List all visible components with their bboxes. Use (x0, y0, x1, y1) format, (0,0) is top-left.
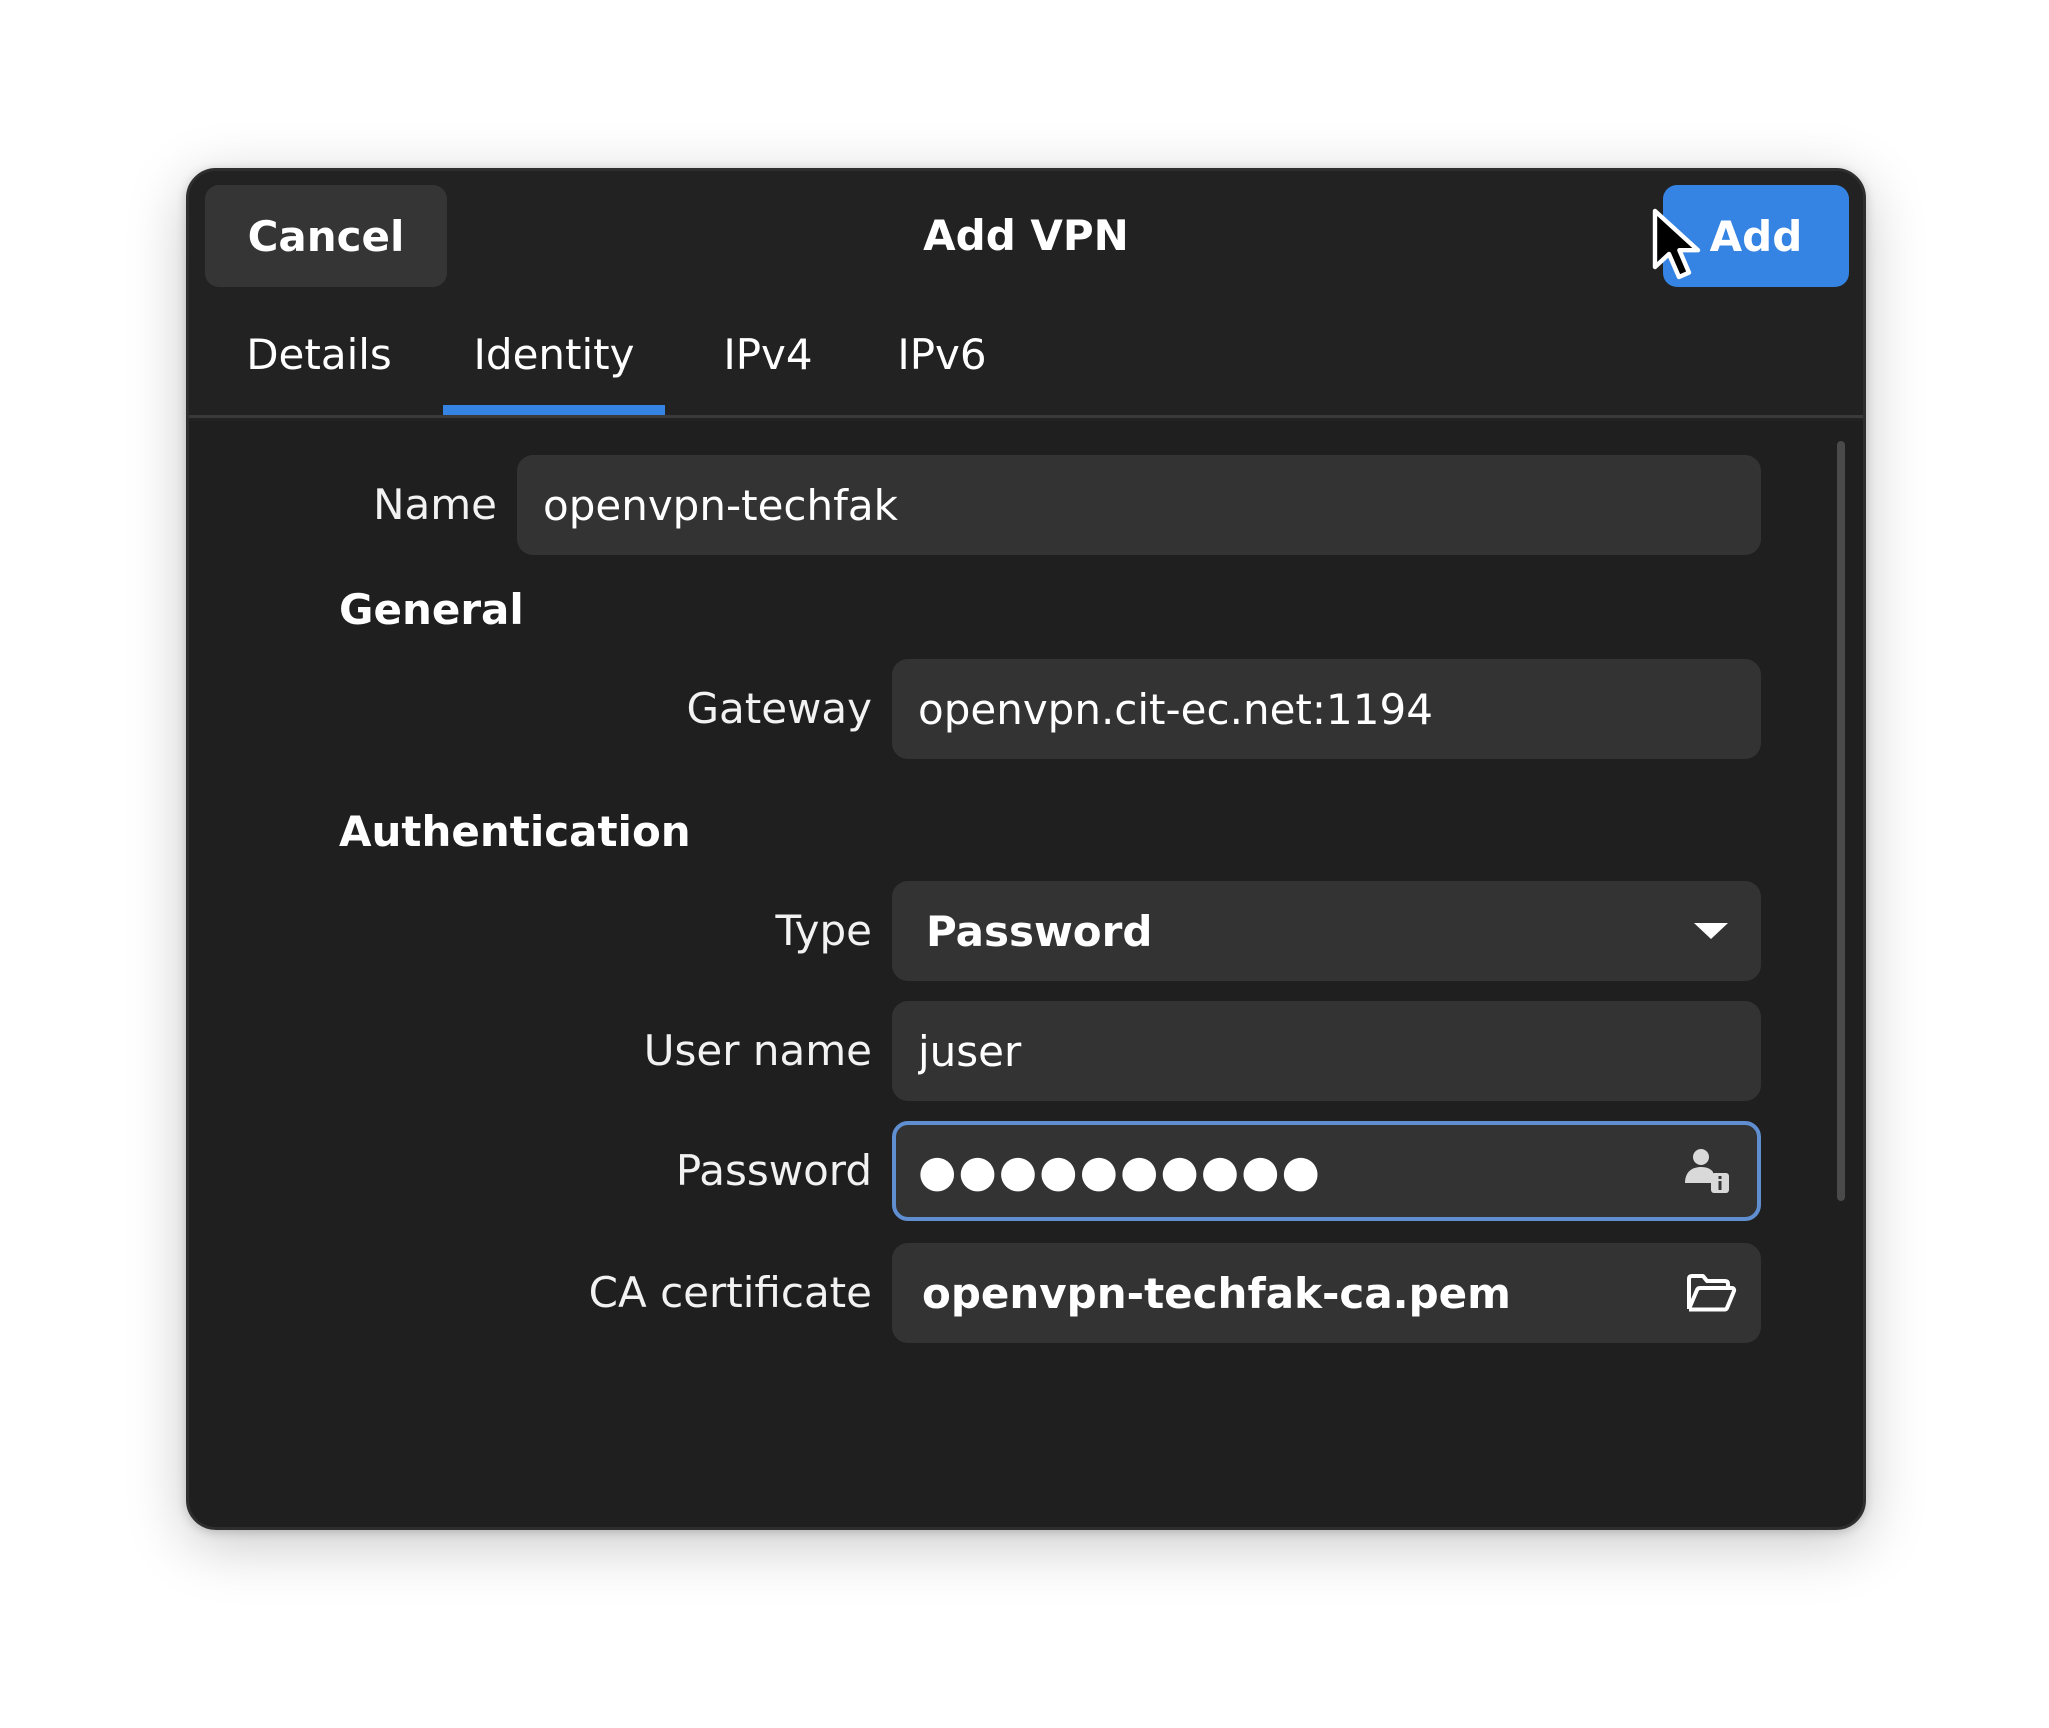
type-value: Password (926, 906, 1153, 956)
tab-divider (189, 415, 1863, 418)
tab-details[interactable]: Details (229, 293, 409, 415)
tab-ipv4-label: IPv4 (723, 329, 813, 379)
name-field[interactable]: openvpn-techfak (517, 455, 1761, 555)
password-label: Password (675, 1146, 872, 1195)
name-value: openvpn-techfak (543, 480, 898, 530)
add-vpn-dialog: Cancel Add VPN Add Details Identity IPv4… (186, 168, 1866, 1530)
tab-details-label: Details (246, 329, 392, 379)
tab-identity[interactable]: Identity (443, 293, 665, 415)
pointer-cursor-icon (1652, 208, 1701, 280)
active-tab-indicator (443, 405, 665, 415)
ca-certificate-value: openvpn-techfak-ca.pem (922, 1268, 1511, 1318)
name-label: Name (373, 480, 497, 529)
gateway-value: openvpn.cit-ec.net:1194 (918, 684, 1433, 734)
password-field[interactable]: ●●●●●●●●●● (892, 1121, 1761, 1221)
tab-ipv6[interactable]: IPv6 (877, 293, 1007, 415)
user-info-icon[interactable] (1657, 1121, 1757, 1221)
username-value: juser (918, 1026, 1022, 1076)
type-dropdown[interactable]: Password (892, 881, 1761, 981)
password-value: ●●●●●●●●●● (918, 1145, 1322, 1197)
tab-ipv6-label: IPv6 (897, 329, 987, 379)
scrollbar[interactable] (1837, 441, 1845, 1201)
gateway-field[interactable]: openvpn.cit-ec.net:1194 (892, 659, 1761, 759)
general-heading: General (339, 585, 524, 634)
tab-bar: Details Identity IPv4 IPv6 (189, 293, 1863, 419)
tab-identity-label: Identity (473, 329, 635, 379)
dialog-title: Add VPN (923, 211, 1129, 260)
type-label: Type (775, 906, 872, 955)
username-field[interactable]: juser (892, 1001, 1761, 1101)
username-label: User name (643, 1026, 872, 1075)
ca-certificate-label: CA certificate (588, 1268, 872, 1317)
gateway-label: Gateway (686, 684, 872, 733)
tab-ipv4[interactable]: IPv4 (703, 293, 833, 415)
folder-open-icon[interactable] (1661, 1243, 1761, 1343)
authentication-heading: Authentication (339, 807, 691, 856)
ca-certificate-chooser[interactable]: openvpn-techfak-ca.pem (892, 1243, 1761, 1343)
dialog-header: Cancel Add VPN Add Details Identity IPv4… (189, 171, 1863, 421)
pan-down-icon (1661, 881, 1761, 981)
